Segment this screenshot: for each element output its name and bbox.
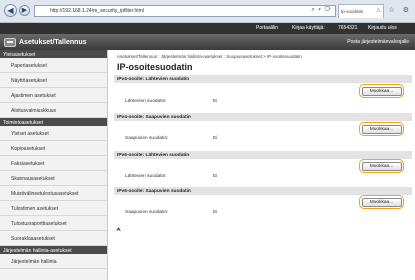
- breadcrumb[interactable]: Asetukset/Tallennus : Järjestelmän halli…: [117, 54, 302, 59]
- sidebar-item-memory-media[interactable]: Muistivälineetulostusasetukset: [0, 186, 107, 201]
- main-content: Asetukset/Tallennus : Järjestelmän halli…: [109, 50, 415, 280]
- row-label-ipv4-outbound: Lähtevien suodatin:: [125, 99, 167, 104]
- panel-header-ipv4-inbound: IPv4-osoite: Saapuvien suodatin: [114, 113, 412, 121]
- row-value-ipv4-inbound: Ei: [213, 136, 218, 141]
- row-label-ipv6-inbound: Saapuvien suodatin:: [125, 210, 169, 215]
- sidebar-section-system: Järjestelmän hallinta-asetukset: [0, 246, 107, 254]
- sidebar-item-report[interactable]: Tulostusraporttiasetukset: [0, 216, 107, 231]
- settings-menu-icon: [4, 38, 16, 47]
- edit-button-ipv4-inbound[interactable]: Muokkaa...: [359, 122, 404, 136]
- edit-button-label: Muokkaa...: [361, 161, 402, 171]
- sidebar-item-scan[interactable]: Skannausasetukset: [0, 171, 107, 186]
- login-user-label: Kirjaa käyttäjä:: [292, 25, 325, 31]
- sidebar-item-display[interactable]: Näyttöasetukset: [0, 73, 107, 88]
- edit-button-ipv6-outbound[interactable]: Muokkaa...: [359, 159, 404, 173]
- page-title: IP-osoitesuodatin: [117, 62, 193, 72]
- edit-button-label: Muokkaa...: [361, 197, 402, 207]
- logout-link[interactable]: Kirjaudu ulos: [368, 25, 397, 31]
- admin-mail-link[interactable]: Posta järjestelmänvalvojalle: [347, 39, 409, 45]
- panel-header-ipv4-outbound: IPv4-osoite: Lähtevien suodatin: [114, 75, 412, 83]
- app-header: Asetukset/Tallennus Posta järjestelmänva…: [0, 34, 415, 50]
- row-label-ipv6-outbound: Lähtevien suodatin:: [125, 174, 167, 179]
- forward-icon[interactable]: ▶: [19, 5, 30, 16]
- sidebar-item-common[interactable]: Yleiset asetukset: [0, 126, 107, 141]
- row-value-ipv6-inbound: Ei: [213, 210, 218, 215]
- edit-button-ipv4-outbound[interactable]: Muokkaa...: [359, 84, 404, 98]
- row-label-ipv4-inbound: Saapuvien suodatin:: [125, 136, 169, 141]
- sidebar-item-timer[interactable]: Ajastimen asetukset: [0, 88, 107, 103]
- sidebar-item-fax[interactable]: Faksiasetukset: [0, 156, 107, 171]
- row-value-ipv6-outbound: Ei: [213, 174, 218, 179]
- browser-tools-icon[interactable]: ⌂ ☆ ⚙: [376, 6, 412, 14]
- panel-header-ipv6-outbound: IPv6-osoite: Lähtevien suodatin: [114, 151, 412, 159]
- back-icon[interactable]: ◀: [4, 4, 17, 17]
- row-value-ipv4-outbound: Ei: [213, 99, 218, 104]
- sidebar-item-printer[interactable]: Tulostimen asetukset: [0, 201, 107, 216]
- page-heading: Asetukset/Tallennus: [19, 39, 87, 46]
- sidebar-item-system-management[interactable]: Järjestelmän hallinta: [0, 254, 107, 269]
- sidebar-section-function: Toimintoasetukset: [0, 118, 107, 126]
- sidebar-item-startup[interactable]: Aloitusvalmiuskkuus: [0, 103, 107, 118]
- app-topbar: Portaalilin Kirjaa käyttäjä: 7654321 Kir…: [0, 23, 415, 34]
- browser-toolbar: ◀ ▶ http://192.168.1.24/m_security_ipfil…: [0, 0, 415, 23]
- back-to-top-icon[interactable]: ⮝: [116, 227, 121, 234]
- address-bar[interactable]: http://192.168.1.24/m_security_ipfilter.…: [34, 5, 336, 17]
- address-url[interactable]: http://192.168.1.24/m_security_ipfilter.…: [50, 8, 144, 14]
- sidebar-item-paper[interactable]: Paperiasetukset: [0, 58, 107, 73]
- sidebar-section-general: Yleisasetukset: [0, 50, 107, 58]
- sidebar: Yleisasetukset Paperiasetukset Näyttöase…: [0, 50, 108, 280]
- edit-button-label: Muokkaa...: [361, 124, 402, 134]
- login-user-id: 7654321: [338, 25, 358, 31]
- address-actions-icon[interactable]: ⌕ ▾ ⟳: [311, 7, 332, 14]
- edit-button-ipv6-inbound[interactable]: Muokkaa...: [359, 195, 404, 209]
- portal-link[interactable]: Portaalilin: [256, 25, 278, 31]
- panel-header-ipv6-inbound: IPv6-osoite: Saapuvien suodatin: [114, 187, 412, 195]
- edit-button-label: Muokkaa...: [361, 86, 402, 96]
- sidebar-item-copy[interactable]: Kopioasetukset: [0, 141, 107, 156]
- sidebar-item-direct-print[interactable]: Suoraklaaasetukset: [0, 231, 107, 246]
